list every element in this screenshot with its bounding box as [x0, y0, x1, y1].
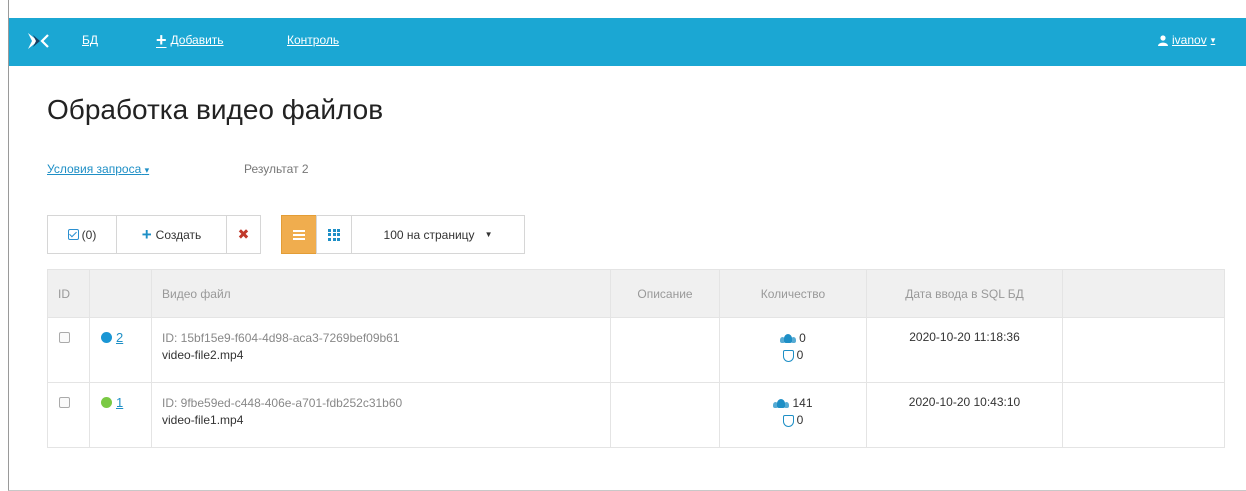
users-count: 141 [792, 396, 813, 410]
app-logo-icon[interactable] [27, 30, 53, 52]
count-cell: 0 0 [719, 317, 867, 383]
page-title: Обработка видео файлов [47, 94, 384, 125]
file-id: ID: 9fbe59ed-c448-406e-a701-fdb252c31b60 [162, 396, 403, 410]
create-button[interactable]: + Создать [116, 215, 227, 254]
checkbox-icon [67, 229, 79, 240]
video-files-table: ID Видео файл Описание Количество Дата в… [47, 269, 1225, 448]
actions-cell [1062, 382, 1225, 448]
entry-date: 2020-10-20 10:43:10 [908, 395, 1021, 409]
video-file-cell: ID: 9fbe59ed-c448-406e-a701-fdb252c31b60… [151, 382, 611, 448]
list-view-button[interactable] [281, 215, 317, 254]
header-id[interactable]: ID [47, 269, 90, 318]
video-file-cell: ID: 15bf15e9-f604-4d98-aca3-7269bef09b61… [151, 317, 611, 383]
row-checkbox-cell [47, 382, 90, 448]
users-icon [780, 334, 797, 343]
table-row: 1 ID: 9fbe59ed-c448-406e-a701-fdb252c31b… [47, 382, 1225, 448]
shield-count: 0 [796, 413, 804, 427]
delete-icon: ✖ [237, 226, 250, 242]
query-conditions-label: Условия запроса [47, 162, 142, 176]
entry-date: 2020-10-20 11:18:36 [909, 330, 1020, 344]
shield-icon [782, 414, 794, 427]
delete-button[interactable]: ✖ [226, 215, 261, 254]
caret-down-icon: ▾ [144, 165, 150, 175]
row-checkbox-cell [47, 317, 90, 383]
nav-add-label: Добавить [170, 33, 224, 47]
selected-count: (0) [81, 227, 97, 242]
row-number-link[interactable]: 2 [116, 330, 123, 345]
row-checkbox[interactable] [59, 332, 70, 343]
file-name: video-file2.mp4 [162, 348, 244, 362]
per-page-label: 100 на страницу [383, 227, 475, 242]
status-dot-icon [101, 332, 112, 343]
header-count[interactable]: Количество [719, 269, 867, 318]
row-checkbox[interactable] [59, 397, 70, 408]
status-dot-icon [101, 397, 112, 408]
table-header-row: ID Видео файл Описание Количество Дата в… [47, 269, 1225, 318]
create-label: Создать [155, 227, 202, 242]
top-navbar: БД + Добавить Контроль ivanov ▾ [9, 18, 1246, 66]
table-toolbar: (0) + Создать ✖ 100 на страницу ▼ [47, 215, 525, 254]
header-status [89, 269, 152, 318]
file-id: ID: 15bf15e9-f604-4d98-aca3-7269bef09b61 [162, 331, 400, 345]
nav-add-link[interactable]: + Добавить [156, 30, 224, 50]
users-count: 0 [799, 331, 806, 345]
description-cell [610, 317, 720, 383]
users-icon [773, 399, 790, 408]
nav-control-link[interactable]: Контроль [287, 33, 339, 47]
plus-icon: + [156, 30, 167, 50]
header-description[interactable]: Описание [610, 269, 720, 318]
query-conditions-dropdown[interactable]: Условия запроса ▾ [47, 162, 149, 176]
select-all-button[interactable]: (0) [47, 215, 117, 254]
description-cell [610, 382, 720, 448]
grid-view-button[interactable] [316, 215, 352, 254]
header-date[interactable]: Дата ввода в SQL БД [866, 269, 1063, 318]
date-cell: 2020-10-20 11:18:36 [866, 317, 1063, 383]
caret-down-icon: ▾ [1210, 34, 1216, 45]
caret-down-icon: ▼ [484, 230, 493, 239]
user-menu[interactable]: ivanov ▾ [1158, 33, 1215, 47]
status-cell: 1 [89, 382, 152, 448]
nav-db-link[interactable]: БД [82, 33, 98, 47]
user-icon [1158, 34, 1168, 46]
grid-icon [328, 228, 340, 241]
plus-icon: + [141, 224, 152, 244]
status-cell: 2 [89, 317, 152, 383]
shield-count: 0 [796, 348, 804, 362]
table-row: 2 ID: 15bf15e9-f604-4d98-aca3-7269bef09b… [47, 317, 1225, 383]
list-icon [293, 229, 305, 240]
file-name: video-file1.mp4 [162, 413, 244, 427]
date-cell: 2020-10-20 10:43:10 [866, 382, 1063, 448]
shield-icon [782, 349, 794, 362]
per-page-dropdown[interactable]: 100 на страницу ▼ [351, 215, 525, 254]
header-video-file[interactable]: Видео файл [151, 269, 611, 318]
count-cell: 141 0 [719, 382, 867, 448]
actions-cell [1062, 317, 1225, 383]
header-actions [1062, 269, 1225, 318]
user-name: ivanov [1172, 33, 1207, 47]
result-count-text: Результат 2 [244, 162, 309, 176]
row-number-link[interactable]: 1 [116, 395, 123, 410]
